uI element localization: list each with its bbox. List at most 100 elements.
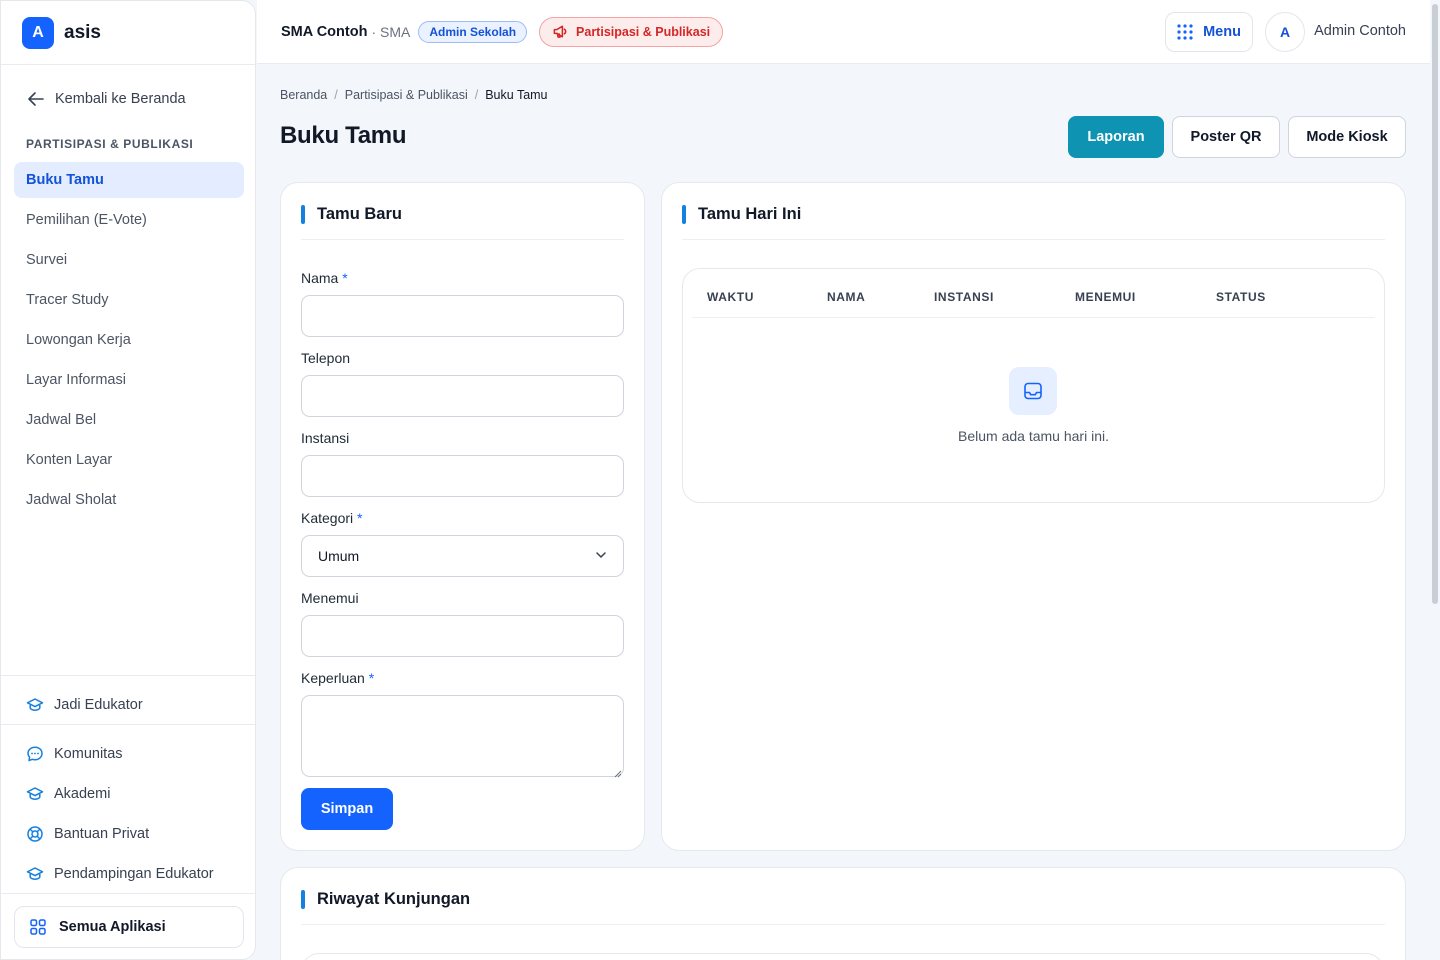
menu-label: Menu — [1203, 24, 1241, 40]
dots-grid-icon — [1177, 24, 1193, 40]
become-educator-link[interactable]: Jadi Edukator — [26, 696, 143, 714]
module-badge[interactable]: Partisipasi & Publikasi — [539, 16, 724, 47]
breadcrumb-separator: / — [474, 88, 479, 102]
sidebar-divider — [1, 893, 255, 894]
name-label: Nama * — [301, 270, 348, 286]
breadcrumb-home[interactable]: Beranda — [280, 88, 327, 102]
new-guest-card-header: Tamu Baru — [301, 205, 402, 224]
today-guests-card-header: Tamu Hari Ini — [682, 205, 801, 224]
kiosk-mode-button[interactable]: Mode Kiosk — [1288, 116, 1406, 158]
name-label-text: Nama — [301, 270, 339, 286]
table-header-divider — [692, 317, 1375, 318]
sidebar-item-survei[interactable]: Survei — [14, 242, 244, 278]
school-type: · SMA — [371, 23, 411, 40]
apps-grid-icon — [29, 918, 47, 936]
required-mark: * — [342, 270, 348, 286]
community-label: Komunitas — [54, 746, 123, 762]
accent-bar — [301, 205, 305, 224]
brand[interactable]: A asis — [1, 1, 255, 65]
card-divider — [682, 239, 1385, 240]
column-header-time: WAKTU — [707, 290, 754, 304]
sidebar-nav: Buku Tamu Pemilihan (E-Vote) Survei Trac… — [14, 162, 244, 522]
sidebar-item-jadwal-sholat[interactable]: Jadwal Sholat — [14, 482, 244, 518]
sidebar-item-tracer-study[interactable]: Tracer Study — [14, 282, 244, 318]
category-label-text: Kategori — [301, 510, 354, 526]
breadcrumb: Beranda / Partisipasi & Publikasi / Buku… — [280, 88, 548, 102]
chat-icon — [26, 745, 46, 763]
become-educator-label: Jadi Edukator — [54, 697, 143, 713]
phone-label: Telepon — [301, 350, 351, 366]
purpose-label: Keperluan * — [301, 670, 374, 686]
brand-name: asis — [64, 21, 101, 43]
institution-label: Instansi — [301, 430, 350, 446]
meeting-label: Menemui — [301, 590, 359, 606]
lifebuoy-icon — [26, 825, 46, 843]
column-header-name: NAMA — [827, 290, 866, 304]
sidebar: A asis Kembali ke Beranda PARTISIPASI & … — [0, 0, 256, 960]
topbar: SMA Contoh · SMA Admin Sekolah Partisipa… — [257, 0, 1430, 64]
page-title: Buku Tamu — [280, 122, 407, 149]
breadcrumb-separator: / — [334, 88, 338, 102]
educator-mentoring-link[interactable]: Pendampingan Edukator — [26, 865, 214, 883]
column-header-status: STATUS — [1216, 290, 1266, 304]
sidebar-item-buku-tamu[interactable]: Buku Tamu — [14, 162, 244, 198]
arrow-left-icon — [26, 89, 46, 109]
name-input[interactable] — [301, 295, 624, 337]
sidebar-section-title: PARTISIPASI & PUBLIKASI — [26, 137, 194, 151]
sidebar-item-lowongan-kerja[interactable]: Lowongan Kerja — [14, 322, 244, 358]
avatar[interactable]: A — [1265, 12, 1305, 52]
graduation-cap-icon — [26, 785, 46, 803]
breadcrumb-section[interactable]: Partisipasi & Publikasi — [345, 88, 468, 102]
report-button[interactable]: Laporan — [1068, 116, 1164, 158]
phone-input[interactable] — [301, 375, 624, 417]
school-name: SMA Contoh — [281, 23, 368, 40]
today-guests-title: Tamu Hari Ini — [698, 205, 802, 223]
category-label: Kategori * — [301, 510, 363, 526]
required-mark: * — [357, 510, 363, 526]
visit-history-title: Riwayat Kunjungan — [317, 890, 471, 908]
today-guests-card: Tamu Hari Ini WAKTU NAMA INSTANSI MENEMU… — [661, 182, 1406, 851]
qr-poster-button[interactable]: Poster QR — [1172, 116, 1280, 158]
sidebar-divider — [1, 724, 255, 725]
user-name[interactable]: Admin Contoh — [1314, 23, 1406, 39]
accent-bar — [301, 890, 305, 909]
academy-link[interactable]: Akademi — [26, 785, 110, 803]
sidebar-item-layar-informasi[interactable]: Layar Informasi — [14, 362, 244, 398]
graduation-cap-icon — [26, 865, 46, 883]
community-link[interactable]: Komunitas — [26, 745, 123, 763]
breadcrumb-current: Buku Tamu — [485, 88, 548, 102]
private-help-label: Bantuan Privat — [54, 826, 150, 842]
visit-history-card: Riwayat Kunjungan — [280, 867, 1406, 960]
category-selected-value: Umum — [318, 548, 360, 564]
purpose-label-text: Keperluan — [301, 670, 365, 686]
textarea-resize-handle[interactable] — [614, 765, 641, 847]
save-button[interactable]: Simpan — [301, 788, 393, 830]
new-guest-card: Tamu Baru Nama * Telepon Instansi Katego… — [280, 182, 645, 851]
accent-bar — [682, 205, 686, 224]
card-divider — [301, 924, 1385, 925]
visit-history-card-header: Riwayat Kunjungan — [301, 890, 470, 909]
all-apps-button[interactable]: Semua Aplikasi — [14, 906, 244, 948]
sidebar-item-jadwal-bel[interactable]: Jadwal Bel — [14, 402, 244, 438]
sidebar-item-e-vote[interactable]: Pemilihan (E-Vote) — [14, 202, 244, 238]
academy-label: Akademi — [54, 786, 111, 802]
menu-button[interactable]: Menu — [1165, 12, 1253, 52]
institution-input[interactable] — [301, 455, 624, 497]
role-badge: Admin Sekolah — [418, 20, 528, 43]
page-scrollbar[interactable] — [1430, 0, 1440, 960]
back-to-home-link[interactable]: Kembali ke Beranda — [26, 89, 186, 109]
private-help-link[interactable]: Bantuan Privat — [26, 825, 149, 843]
empty-state-text: Belum ada tamu hari ini. — [958, 428, 1109, 444]
sidebar-item-konten-layar[interactable]: Konten Layar — [14, 442, 244, 478]
new-guest-title: Tamu Baru — [317, 205, 402, 223]
card-divider — [301, 239, 624, 240]
chevron-down-icon — [595, 548, 607, 564]
purpose-textarea[interactable] — [301, 695, 624, 777]
sidebar-divider — [1, 675, 255, 676]
column-header-meeting: MENEMUI — [1075, 290, 1136, 304]
scrollbar-thumb[interactable] — [1432, 4, 1438, 604]
megaphone-icon — [552, 23, 569, 40]
meeting-input[interactable] — [301, 615, 624, 657]
category-select[interactable]: Umum — [301, 535, 624, 577]
graduation-cap-icon — [26, 696, 46, 714]
